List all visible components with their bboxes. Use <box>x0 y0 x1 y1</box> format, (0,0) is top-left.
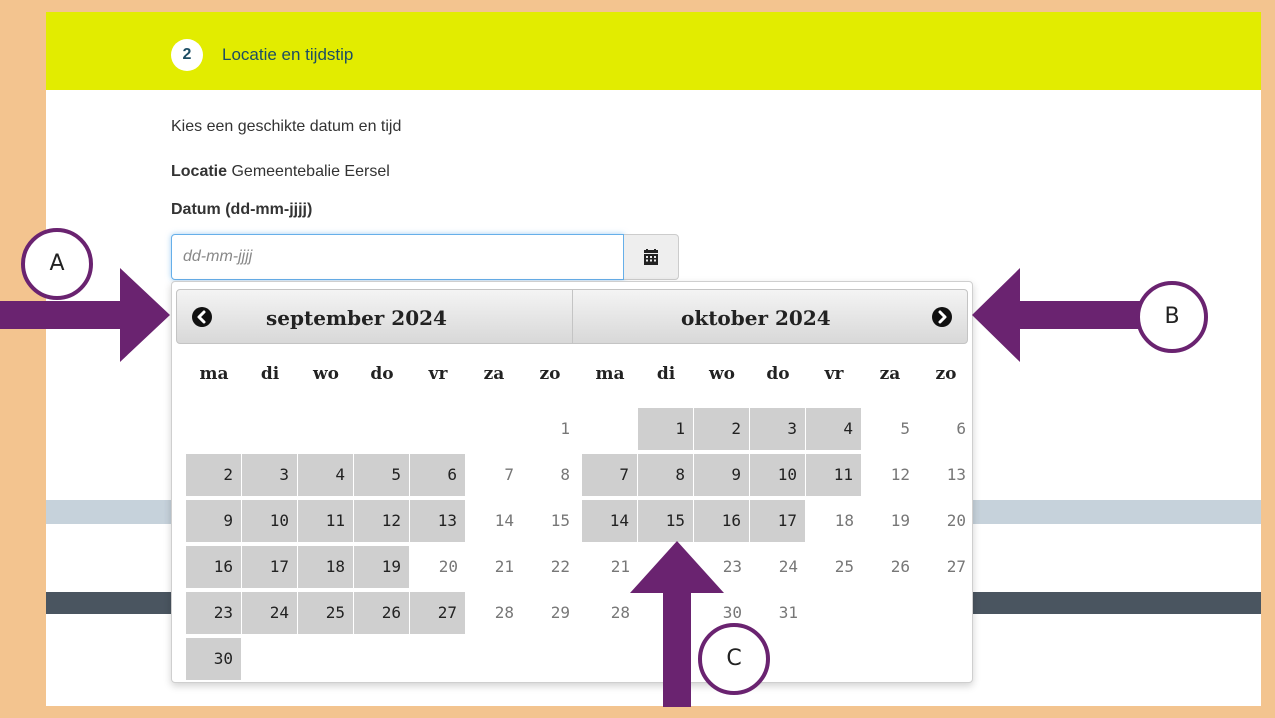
calendar-day-available[interactable]: 5 <box>354 454 409 496</box>
calendar-day-unavailable: 28 <box>494 603 514 622</box>
calendar-day-unavailable: 27 <box>946 557 966 576</box>
datepicker-header: september 2024 oktober 2024 <box>176 289 968 344</box>
calendar-day-available[interactable]: 16 <box>186 546 241 588</box>
calendar-day-unavailable: 12 <box>890 465 910 484</box>
calendar-day-unavailable: 18 <box>834 511 854 530</box>
calendar-day-available[interactable]: 4 <box>806 408 861 450</box>
calendar-day-available[interactable]: 9 <box>694 454 749 496</box>
calendar-day-available[interactable]: 6 <box>410 454 465 496</box>
weekday-header: do <box>370 364 394 384</box>
calendar-day-unavailable: 29 <box>550 603 570 622</box>
calendar-day-available[interactable]: 23 <box>186 592 241 634</box>
calendar-day-available[interactable]: 3 <box>242 454 297 496</box>
calendar-day-available[interactable]: 1 <box>638 408 693 450</box>
calendar-day-available[interactable]: 2 <box>186 454 241 496</box>
calendar-day-available[interactable]: 19 <box>354 546 409 588</box>
calendar-day-unavailable: 22 <box>550 557 570 576</box>
annotation-marker-c: C <box>698 623 770 695</box>
calendar-day-available[interactable]: 10 <box>750 454 805 496</box>
date-input[interactable] <box>171 234 624 280</box>
calendar-button[interactable] <box>624 234 679 280</box>
datepicker-popup: september 2024 oktober 2024 ma di wo do vr za… <box>171 281 973 683</box>
calendar-day-unavailable: 19 <box>890 511 910 530</box>
weekday-header: ma <box>199 364 229 384</box>
calendar-day-available[interactable]: 4 <box>298 454 353 496</box>
calendar-day-available[interactable]: 25 <box>298 592 353 634</box>
weekday-header: zo <box>539 364 561 384</box>
calendar-day-unavailable: 1 <box>560 419 570 438</box>
location-value: Gemeentebalie Eersel <box>231 163 390 180</box>
calendar-day-unavailable: 24 <box>778 557 798 576</box>
calendar-day-available[interactable]: 2 <box>694 408 749 450</box>
intro-text: Kies een geschikte datum en tijd <box>171 118 402 135</box>
annotation-marker-a: A <box>21 228 93 300</box>
weekday-header: ma <box>595 364 625 384</box>
calendar-day-unavailable: 15 <box>550 511 570 530</box>
calendar-day-available[interactable]: 30 <box>186 638 241 680</box>
date-field-label: Datum (dd-mm-jjjj) <box>171 201 313 218</box>
calendar-day-available[interactable]: 18 <box>298 546 353 588</box>
calendar-day-available[interactable]: 17 <box>750 500 805 542</box>
calendar-day-unavailable: 26 <box>890 557 910 576</box>
calendar-day-available[interactable]: 7 <box>582 454 637 496</box>
weekday-header: vr <box>428 364 448 384</box>
calendar-day-available[interactable]: 11 <box>806 454 861 496</box>
calendar-day-available[interactable]: 24 <box>242 592 297 634</box>
weekday-header: wo <box>313 364 339 384</box>
calendar-day-available[interactable]: 11 <box>298 500 353 542</box>
calendar-day-unavailable: 14 <box>494 511 514 530</box>
weekday-header: do <box>766 364 790 384</box>
calendar-day-unavailable: 25 <box>834 557 854 576</box>
calendar-day-available[interactable]: 17 <box>242 546 297 588</box>
calendar-day-available[interactable]: 14 <box>582 500 637 542</box>
calendar-day-available[interactable]: 16 <box>694 500 749 542</box>
calendar-day-unavailable: 31 <box>778 603 798 622</box>
weekday-header: za <box>879 364 901 384</box>
calendar-day-available[interactable]: 26 <box>354 592 409 634</box>
calendar-day-unavailable: 7 <box>504 465 514 484</box>
calendar-day-unavailable: 20 <box>946 511 966 530</box>
chevron-circle-right-icon <box>938 310 947 324</box>
location-line: Locatie Gemeentebalie Eersel <box>171 163 390 181</box>
weekday-header: vr <box>824 364 844 384</box>
step-number-badge: 2 <box>171 39 203 71</box>
prev-month-button[interactable] <box>192 307 212 327</box>
annotation-marker-b: B <box>1136 281 1208 353</box>
calendar-day-available[interactable]: 15 <box>638 500 693 542</box>
chevron-circle-left-icon <box>197 310 206 324</box>
calendar-day-available[interactable]: 3 <box>750 408 805 450</box>
step-header: 2 Locatie en tijdstip <box>46 12 1261 90</box>
month-title-oktober: oktober 2024 <box>681 306 831 330</box>
calendar-icon <box>644 248 658 265</box>
weekday-header: di <box>260 364 280 384</box>
calendar-day-available[interactable]: 9 <box>186 500 241 542</box>
annotation-arrow-b <box>972 268 1142 362</box>
step-title: Locatie en tijdstip <box>222 45 354 64</box>
calendar-day-available[interactable]: 27 <box>410 592 465 634</box>
calendar-day-unavailable: 13 <box>946 465 966 484</box>
weekday-header: za <box>483 364 505 384</box>
month-title-september: september 2024 <box>266 306 447 330</box>
calendar-day-available[interactable]: 8 <box>638 454 693 496</box>
calendar-day-unavailable: 20 <box>438 557 458 576</box>
calendar-day-unavailable: 6 <box>956 419 966 438</box>
weekday-header: zo <box>935 364 957 384</box>
calendar-day-unavailable: 8 <box>560 465 570 484</box>
calendar-day-available[interactable]: 10 <box>242 500 297 542</box>
calendar-day-unavailable: 5 <box>900 419 910 438</box>
calendar-day-available[interactable]: 12 <box>354 500 409 542</box>
calendar-day-available[interactable]: 13 <box>410 500 465 542</box>
header-divider <box>572 290 573 343</box>
next-month-button[interactable] <box>932 307 952 327</box>
calendar-day-unavailable: 21 <box>494 557 514 576</box>
location-label: Locatie <box>171 163 228 180</box>
weekday-header: wo <box>709 364 735 384</box>
weekday-header: di <box>656 364 676 384</box>
